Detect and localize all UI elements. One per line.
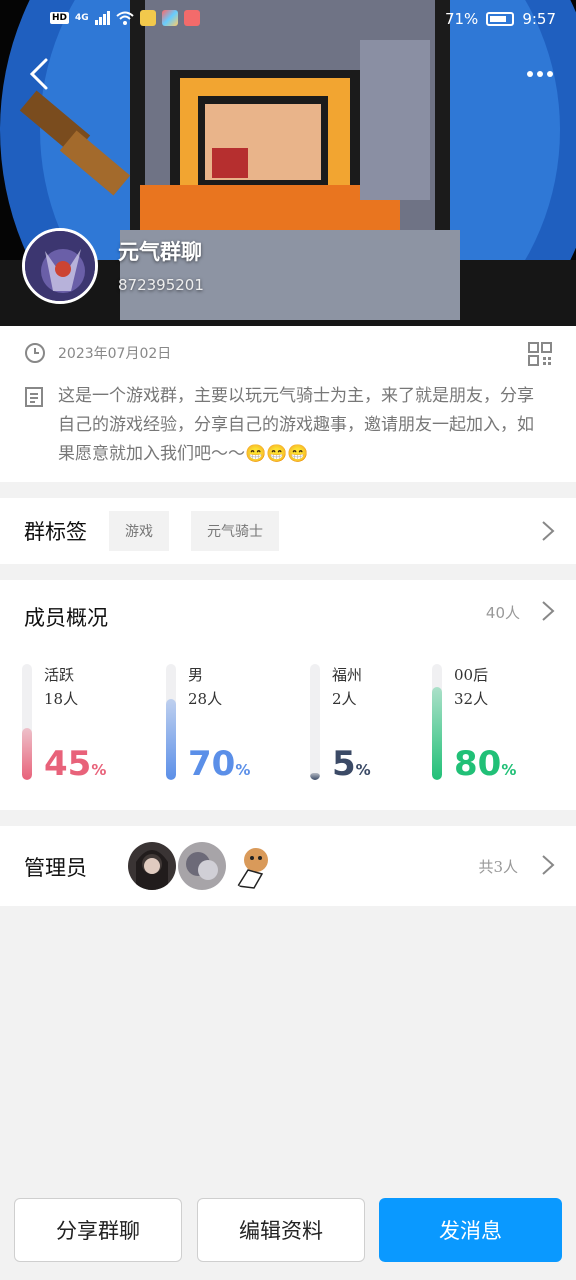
stat-male: 男 28人 70% <box>166 664 296 784</box>
app-notification-icon <box>161 10 178 26</box>
hd-badge: HD <box>50 12 70 24</box>
description-row: 这是一个游戏群，主要以玩元气骑士为主，来了就是朋友，分享自己的游戏经验，分享自己… <box>24 382 544 469</box>
stat-label: 福州 <box>332 666 363 684</box>
stat-percent: 80% <box>454 744 517 784</box>
created-date: 2023年07月02日 <box>58 346 172 362</box>
battery-percent: 71% <box>444 10 479 28</box>
stat-bar-fill <box>22 727 32 780</box>
qr-code-button[interactable] <box>528 342 552 366</box>
member-count: 40人 <box>485 604 520 622</box>
admin-total: 共3人 <box>478 858 518 876</box>
more-dots-icon <box>527 71 533 77</box>
stat-count: 32人 <box>454 690 489 708</box>
stat-percent: 45% <box>44 744 107 784</box>
stat-label: 00后 <box>454 666 489 684</box>
chevron-right-icon <box>542 521 555 541</box>
member-overview-card[interactable]: 成员概况 40人 活跃 18人 45% 男 28人 70% 福州 2人 5% 0… <box>0 580 576 810</box>
group-description: 这是一个游戏群，主要以玩元气骑士为主，来了就是朋友，分享自己的游戏经验，分享自己… <box>58 386 534 464</box>
signal-icon <box>94 11 110 25</box>
members-title: 成员概况 <box>24 606 108 630</box>
chevron-right-icon <box>542 601 555 621</box>
status-bar: HD 4G 71% 9:57 <box>0 0 576 40</box>
group-header: HD 4G 71% 9:57 元气群聊 872395201 <box>0 0 576 326</box>
back-button[interactable] <box>22 56 58 92</box>
admins-title: 管理员 <box>24 856 87 880</box>
stat-label: 活跃 <box>44 666 75 684</box>
qr-code-icon <box>528 342 552 366</box>
battery-icon <box>486 12 515 26</box>
app-notification-icon <box>139 10 156 26</box>
tag-chip: 元气骑士 <box>191 511 279 551</box>
created-date-row: 2023年07月02日 <box>24 342 171 364</box>
bottom-action-bar: 分享群聊 编辑资料 发消息 <box>0 1182 576 1280</box>
stat-label: 男 <box>188 666 204 684</box>
admin-avatar <box>228 842 276 890</box>
stat-city: 福州 2人 5% <box>310 664 440 784</box>
wifi-icon <box>116 11 134 25</box>
document-icon <box>25 387 43 407</box>
stat-percent: 70% <box>188 744 251 784</box>
chevron-left-icon <box>29 58 48 90</box>
more-options-button[interactable] <box>520 60 560 88</box>
group-avatar[interactable] <box>22 228 98 304</box>
admin-avatar <box>178 842 226 890</box>
tags-title: 群标签 <box>24 520 87 544</box>
share-group-button[interactable]: 分享群聊 <box>14 1198 182 1262</box>
send-message-button[interactable]: 发消息 <box>379 1198 562 1262</box>
tag-chip: 游戏 <box>109 511 169 551</box>
admins-row[interactable]: 管理员 共3人 <box>0 826 576 906</box>
group-id: 872395201 <box>118 276 204 294</box>
group-tags-row[interactable]: 群标签 游戏 元气骑士 <box>0 498 576 564</box>
chevron-right-icon <box>542 855 555 875</box>
signal-type: 4G <box>75 13 89 23</box>
clock-icon <box>25 343 45 363</box>
group-name: 元气群聊 <box>118 240 202 264</box>
edit-profile-button[interactable]: 编辑资料 <box>197 1198 365 1262</box>
stat-count: 2人 <box>332 690 357 708</box>
clock: 9:57 <box>522 10 556 28</box>
stat-active: 活跃 18人 45% <box>22 664 152 784</box>
stat-percent: 5% <box>332 744 371 784</box>
stat-age: 00后 32人 80% <box>432 664 562 784</box>
stat-count: 18人 <box>44 690 79 708</box>
stat-count: 28人 <box>188 690 223 708</box>
group-info-card: 2023年07月02日 这是一个游戏群，主要以玩元气骑士为主，来了就是朋友，分享… <box>0 326 576 482</box>
admin-avatar <box>128 842 176 890</box>
stat-bar-fill <box>310 773 320 780</box>
stat-bar-fill <box>166 698 176 780</box>
app-notification-icon <box>183 10 200 26</box>
stat-bar-fill <box>432 687 442 780</box>
